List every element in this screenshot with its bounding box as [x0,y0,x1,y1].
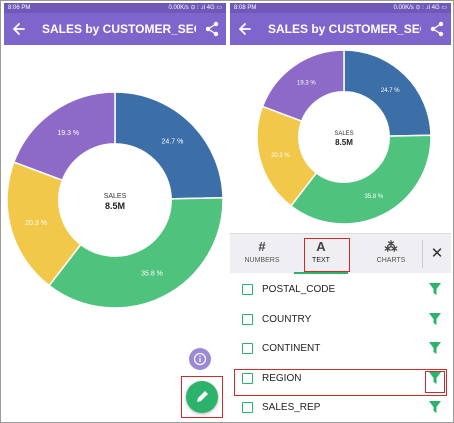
field-checkbox[interactable] [242,402,253,413]
field-list: POSTAL_CODE COUNTRY CONTINENT REGION SALES_R… [230,275,451,421]
share-icon[interactable] [204,21,220,37]
center-label: SALES [334,131,353,137]
info-button[interactable] [189,348,211,370]
app-bar: SALES by CUSTOMER_SEG... [4,13,226,45]
page-title: SALES by CUSTOMER_SEG... [42,22,196,36]
info-icon [193,352,207,366]
share-icon[interactable] [429,21,445,37]
status-bar: 8:06 PM 0.00K/s ⊙ ⫶ .ıl 4G ▭ [4,3,226,13]
field-name: POSTAL_CODE [262,284,336,295]
field-checkbox[interactable] [242,284,253,295]
field-checkbox[interactable] [242,313,253,325]
hash-icon: # [258,239,266,254]
filter-icon[interactable] [429,342,441,355]
screenshot-frame: 8:06 PM 0.00K/s ⊙ ⫶ .ıl 4G ▭ SALES by CU… [0,0,454,423]
field-name: COUNTRY [262,313,312,325]
back-arrow-icon[interactable] [236,13,254,45]
field-row-continent[interactable]: CONTINENT [230,334,451,364]
slice-label: 19.3 % [297,81,316,87]
field-row-sales-rep[interactable]: SALES_REP [230,393,451,421]
region-row-highlight [234,369,447,396]
center-value: 8.5M [335,138,353,147]
slice-label: 20.3 % [271,153,290,159]
left-phone-screen: 8:06 PM 0.00K/s ⊙ ⫶ .ıl 4G ▭ SALES by CU… [4,3,226,421]
field-row-postal-code[interactable]: POSTAL_CODE [230,275,451,305]
region-filter-highlight [425,371,445,393]
charts-icon: ⁂ [384,239,398,254]
field-name: CONTINENT [262,343,321,354]
edit-button-highlight [181,376,223,418]
tab-numbers[interactable]: # NUMBERS [230,234,294,274]
back-arrow-icon[interactable] [10,13,28,45]
field-type-tabs: # NUMBERS A TEXT ⁂ CHARTS ✕ [230,233,451,274]
filter-icon[interactable] [429,312,441,326]
slice-label: 24.7 % [162,139,184,146]
filter-icon[interactable] [429,401,441,414]
tab-label: NUMBERS [244,257,280,264]
status-network: 0.00K/s ⊙ ⫶ .ıl 4G ▭ [168,5,222,11]
tab-charts[interactable]: ⁂ CHARTS [360,234,422,274]
slice-label: 19.3 % [57,130,79,137]
edit-button[interactable] [186,381,218,413]
donut-chart[interactable]: 24.7 % 35.8 % 20.3 % 19.3 % SALES8.5M [256,49,432,225]
center-value: 8.5M [105,201,125,211]
active-tab-indicator [294,272,348,274]
right-phone-screen: 8:08 PM 0.00K/s ⊙ ⫶ .ıl 4G ▭ SALES by CU… [230,3,451,421]
field-name: SALES_REP [262,402,321,413]
slice-label: 20.3 % [25,220,47,227]
filter-icon[interactable] [429,283,441,296]
slice-label: 35.8 % [141,271,163,278]
center-label: SALES [104,193,127,200]
slice-label: 24.7 % [381,88,400,94]
status-network: 0.00K/s ⊙ ⫶ .ıl 4G ▭ [393,5,447,11]
status-time: 8:08 PM [234,5,257,11]
donut-chart[interactable]: 24.7 % 35.8 % 20.3 % 19.3 % SALES8.5M [6,91,224,309]
close-icon[interactable]: ✕ [426,242,448,266]
tab-text-highlight [304,238,350,272]
field-checkbox[interactable] [242,343,253,354]
status-time: 8:06 PM [8,5,31,11]
tab-label: CHARTS [376,257,406,264]
pencil-icon [197,391,208,402]
page-title: SALES by CUSTOMER_SEG... [268,22,421,36]
divider [422,240,423,268]
app-bar: SALES by CUSTOMER_SEG... [230,13,451,45]
field-row-country[interactable]: COUNTRY [230,305,451,335]
slice-label: 35.8 % [364,194,383,200]
status-bar: 8:08 PM 0.00K/s ⊙ ⫶ .ıl 4G ▭ [230,3,451,13]
